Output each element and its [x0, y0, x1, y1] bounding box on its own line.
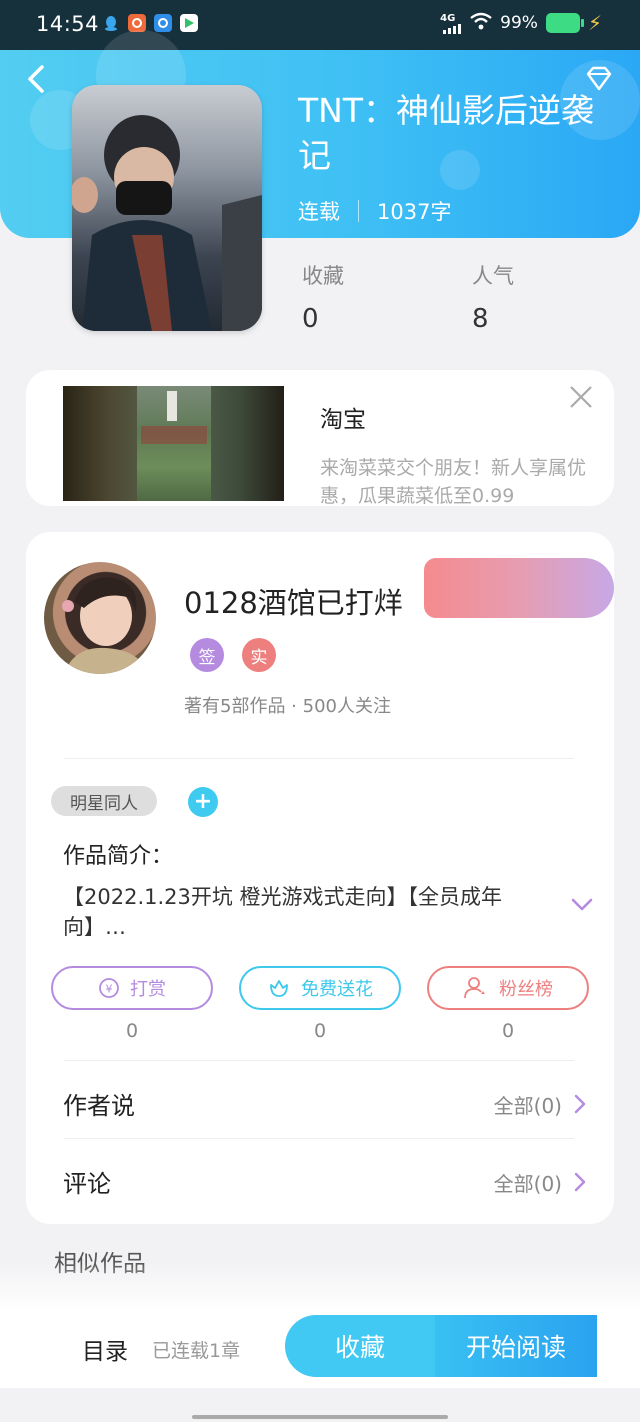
wifi-icon — [470, 12, 492, 35]
charging-icon: ⚡ — [587, 11, 602, 35]
book-status: 连载 — [298, 200, 340, 224]
comments-row[interactable]: 评论 全部(0) — [26, 1144, 614, 1220]
book-title: TNT：神仙影后逆袭记 — [298, 91, 595, 175]
badge-verified: 实 — [242, 638, 276, 672]
scroll-fade — [0, 1262, 640, 1312]
status-app-icons — [102, 14, 198, 32]
book-word-count: 1037字 — [377, 200, 452, 224]
chevron-left-icon — [28, 65, 44, 93]
collect-button[interactable]: 收藏 — [285, 1315, 435, 1377]
tag-item[interactable]: 明星同人 — [51, 786, 157, 816]
svg-text:¥: ¥ — [106, 983, 113, 996]
flower-icon — [270, 980, 288, 997]
fan-ranking-button[interactable]: 粉丝榜 — [427, 966, 589, 1010]
status-right: 4G 99% ⚡ — [440, 11, 602, 35]
expand-intro-button[interactable] — [570, 897, 594, 913]
cellular-icon: 4G — [440, 12, 462, 34]
author-card: 0128酒馆已打烊 签 实 著有5部作品 · 500人关注 明星同人 + 作品简… — [26, 532, 614, 1224]
status-bar: 14:54 4G 99% ⚡ — [0, 0, 640, 50]
back-button[interactable] — [22, 62, 52, 96]
flower-count: 0 — [313, 1020, 327, 1042]
chevron-down-icon — [571, 898, 593, 911]
toc-button[interactable]: 目录 — [82, 1332, 128, 1366]
chevron-right-icon — [574, 1172, 586, 1192]
user-icon — [464, 977, 485, 999]
author-notes-row[interactable]: 作者说 全部(0) — [26, 1066, 614, 1142]
divider — [64, 1138, 574, 1139]
chevron-right-icon — [574, 1094, 586, 1114]
author-avatar[interactable] — [44, 562, 156, 674]
divider — [64, 1060, 574, 1061]
follow-button[interactable] — [424, 558, 614, 618]
tip-button[interactable]: ¥ 打赏 — [51, 966, 213, 1010]
battery-percent: 99% — [500, 13, 538, 33]
yuan-icon: ¥ — [99, 978, 119, 998]
fan-count: 0 — [501, 1020, 515, 1042]
ad-title: 淘宝 — [320, 407, 366, 433]
intro-text[interactable]: 【2022.1.23开坑 橙光游戏式走向】【全员成年向】… — [63, 882, 533, 942]
ad-close-button[interactable] — [568, 384, 594, 410]
status-time: 14:54 — [36, 12, 100, 36]
video-icon — [180, 14, 198, 32]
qq-icon — [102, 14, 120, 32]
start-reading-button[interactable]: 开始阅读 — [435, 1315, 597, 1377]
author-name[interactable]: 0128酒馆已打烊 — [184, 580, 403, 622]
stat-favorites: 收藏 0 — [302, 264, 344, 334]
divider — [64, 758, 574, 759]
send-flower-button[interactable]: 免费送花 — [239, 966, 401, 1010]
cover-image — [72, 115, 262, 331]
author-summary: 著有5部作品 · 500人关注 — [184, 696, 391, 717]
tip-count: 0 — [125, 1020, 139, 1042]
badge-signed: 签 — [190, 638, 224, 672]
ad-description: 来淘菜菜交个朋友！新人享属优惠，瓜果蔬菜低至0.99 — [320, 457, 587, 506]
book-cover[interactable] — [72, 85, 262, 331]
browser-icon — [154, 14, 172, 32]
intro-label: 作品简介： — [63, 844, 174, 869]
add-tag-button[interactable]: + — [188, 787, 218, 817]
stat-popularity: 人气 8 — [472, 264, 514, 334]
battery-icon — [545, 13, 584, 33]
meta-divider — [358, 200, 359, 222]
book-meta: 连载 1037字 — [298, 196, 451, 226]
home-indicator[interactable] — [192, 1415, 448, 1419]
ad-card[interactable]: 淘宝 来淘菜菜交个朋友！新人享属优惠，瓜果蔬菜低至0.99 — [26, 370, 614, 506]
ad-thumbnail — [63, 386, 284, 501]
chapter-count: 已连载1章 — [152, 1340, 241, 1362]
close-icon — [570, 386, 592, 408]
